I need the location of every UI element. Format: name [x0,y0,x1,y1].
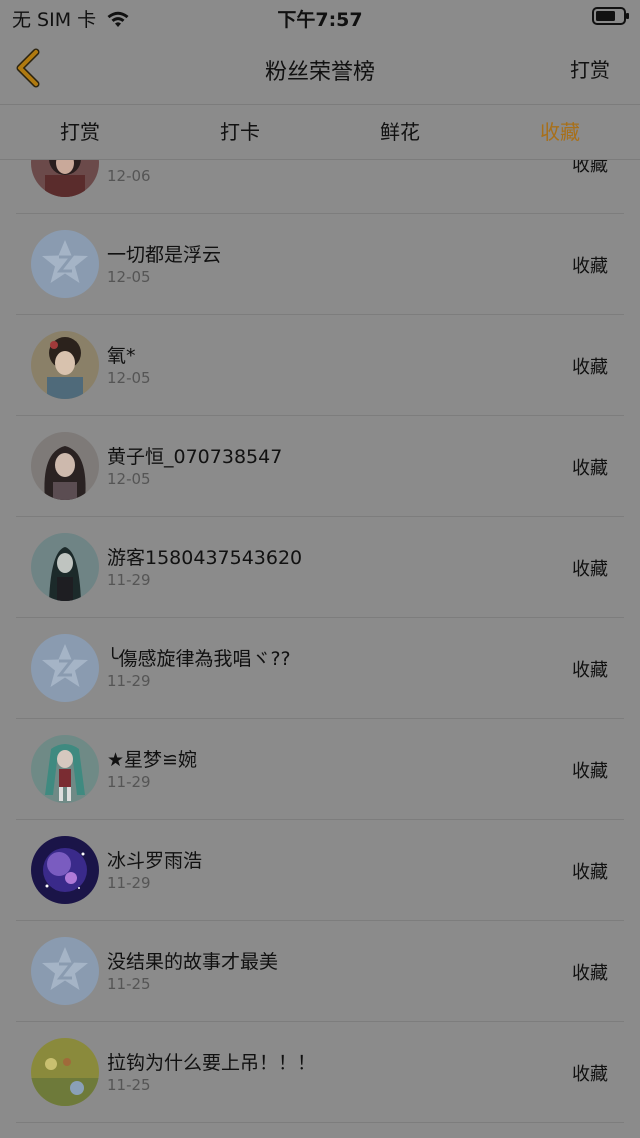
user-name: ╰傷感旋律為我唱ヾ?? [107,648,291,670]
favorite-date: 12-05 [107,470,151,488]
list-item[interactable]: ★星梦≌婉 11-29 收藏 [16,719,624,820]
avatar[interactable] [31,160,99,197]
action-label: 收藏 [572,761,608,782]
action-label: 收藏 [572,256,608,277]
favorite-date: 11-29 [107,874,151,892]
list-item[interactable]: 12-06 收藏 [16,160,624,214]
list-item[interactable]: ╰傷感旋律為我唱ヾ?? 11-29 收藏 [16,618,624,719]
action-label: 收藏 [572,862,608,883]
nav-bar: 粉丝荣誉榜 打赏 [0,34,640,105]
avatar[interactable] [31,331,99,399]
avatar[interactable] [31,634,99,702]
tab-favorites[interactable]: 收藏 [480,105,640,159]
favorite-date: 11-29 [107,773,151,791]
user-name: 拉钩为什么要上吊！！！ [107,1052,317,1074]
action-label: 收藏 [572,458,608,479]
action-label: 收藏 [572,660,608,681]
favorite-date: 11-25 [107,1076,151,1094]
status-bar: 无 SIM 卡 下午7:57 [0,0,640,34]
favorite-date: 12-06 [107,167,151,185]
list-item[interactable]: 没结果的故事才最美 11-25 收藏 [16,921,624,1022]
favorite-date: 11-25 [107,975,151,993]
avatar[interactable] [31,937,99,1005]
avatar[interactable] [31,836,99,904]
user-name: 没结果的故事才最美 [107,951,279,973]
avatar-image [31,735,99,803]
avatar-image [31,836,99,904]
avatar-image [31,160,99,197]
fan-list[interactable]: 12-06 收藏 一切都是浮云 12-05 收藏 氧* 12-05 收藏 黄子恒_0707385… [0,160,640,1138]
list-item[interactable]: 氧* 12-05 收藏 [16,315,624,416]
avatar-image [31,331,99,399]
user-name: 氧* [107,345,136,367]
avatar-image [31,533,99,601]
action-label: 收藏 [572,1064,608,1085]
app-screen: 无 SIM 卡 下午7:57 粉丝荣誉榜 打赏 打赏 打卡 鲜花 收藏 12-0… [0,0,640,1138]
avatar-image [31,230,99,298]
avatar-image [31,937,99,1005]
action-label: 收藏 [572,357,608,378]
list-item[interactable]: 黄子恒_070738547 12-05 收藏 [16,416,624,517]
fan-list-content: 12-06 收藏 一切都是浮云 12-05 收藏 氧* 12-05 收藏 黄子恒_0707385… [0,160,640,1123]
battery-icon [592,7,629,25]
tab-flowers[interactable]: 鲜花 [320,105,480,159]
avatar-image [31,634,99,702]
user-name: ★星梦≌婉 [107,749,197,771]
user-name: 冰斗罗雨浩 [107,850,203,872]
list-item[interactable]: 冰斗罗雨浩 11-29 收藏 [16,820,624,921]
avatar[interactable] [31,432,99,500]
avatar[interactable] [31,230,99,298]
list-item[interactable]: 一切都是浮云 12-05 收藏 [16,214,624,315]
action-label: 收藏 [572,963,608,984]
avatar-image [31,432,99,500]
reward-button[interactable]: 打赏 [570,54,610,83]
user-name: 游客1580437543620 [107,547,303,569]
avatar-image [31,1038,99,1106]
user-name: 一切都是浮云 [107,244,222,266]
favorite-date: 11-29 [107,571,151,589]
favorite-date: 11-29 [107,672,151,690]
action-label: 收藏 [572,160,608,176]
tab-checkin[interactable]: 打卡 [160,105,320,159]
favorite-date: 12-05 [107,268,151,286]
user-name: 黄子恒_070738547 [107,446,283,468]
list-item[interactable]: 拉钩为什么要上吊！！！ 11-25 收藏 [16,1022,624,1123]
status-time: 下午7:57 [277,9,363,31]
tab-reward[interactable]: 打赏 [0,105,160,159]
avatar[interactable] [31,1038,99,1106]
favorite-date: 12-05 [107,369,151,387]
list-item[interactable]: 游客1580437543620 11-29 收藏 [16,517,624,618]
action-label: 收藏 [572,559,608,580]
page-title: 粉丝荣誉榜 [264,60,375,85]
avatar[interactable] [31,735,99,803]
tab-bar: 打赏 打卡 鲜花 收藏 [0,105,640,160]
avatar[interactable] [31,533,99,601]
